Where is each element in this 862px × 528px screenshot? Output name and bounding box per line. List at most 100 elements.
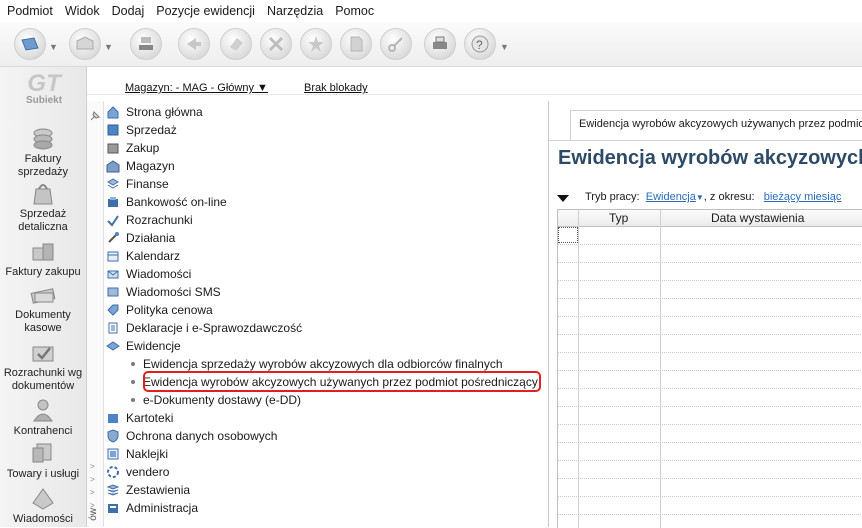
settlements-icon bbox=[107, 215, 119, 227]
tree-subitem-e-dokumenty[interactable]: e-Dokumenty dostawy (e-DD) bbox=[122, 391, 301, 409]
menu-narzedzia[interactable]: Narzędzia bbox=[261, 4, 329, 18]
tree-item-rozrachunki[interactable]: Rozrachunki bbox=[106, 211, 193, 229]
chevron-down-icon[interactable]: ▼ bbox=[500, 42, 509, 52]
mode-selector[interactable]: Ewidencja bbox=[646, 191, 696, 203]
menu-podmiot[interactable]: Podmiot bbox=[0, 4, 59, 18]
tree-item-label: Finanse bbox=[126, 177, 169, 191]
tree-item-zakup[interactable]: Zakup bbox=[106, 139, 159, 157]
tree-item-zestawienia[interactable]: Zestawienia bbox=[106, 481, 190, 499]
tree-item-label: Zakup bbox=[126, 141, 160, 155]
tree-item-finanse[interactable]: Finanse bbox=[106, 175, 169, 193]
tree-item-naklejki[interactable]: Naklejki bbox=[106, 445, 168, 463]
tool-button-4[interactable] bbox=[220, 28, 252, 60]
menu-widok[interactable]: Widok bbox=[59, 4, 106, 18]
tree-item-wiadomosci[interactable]: Wiadomości bbox=[106, 265, 191, 283]
sidebar-item-kontrahenci[interactable]: Kontrahenci bbox=[0, 397, 86, 438]
tree-item-polityka-cenowa[interactable]: Polityka cenowa bbox=[106, 301, 213, 319]
collapse-arrows[interactable]: > > > > bbox=[90, 460, 95, 512]
tree-item-ewidencje[interactable]: Ewidencje bbox=[106, 337, 181, 355]
chevron-down-icon[interactable]: ▼ bbox=[104, 42, 113, 52]
menu-pomoc[interactable]: Pomoc bbox=[329, 4, 380, 18]
sidebar-item-wiadomosci[interactable]: Wiadomości bbox=[0, 485, 86, 526]
tree-item-label: Wiadomości bbox=[126, 267, 192, 281]
star-icon bbox=[308, 36, 324, 52]
tree-item-ochrona-danych[interactable]: Ochrona danych osobowych bbox=[106, 427, 277, 445]
expand-triangle-icon[interactable] bbox=[557, 195, 569, 202]
menu-dodaj[interactable]: Dodaj bbox=[106, 4, 151, 18]
message-icon bbox=[32, 488, 54, 510]
pin-icon[interactable] bbox=[89, 110, 101, 122]
coins-icon bbox=[33, 128, 53, 150]
tree-subitem-label: Ewidencja sprzedaży wyrobów akcyzowych d… bbox=[143, 357, 503, 371]
sidebar-item-faktury-sprzedazy[interactable]: Faktury sprzedaży bbox=[0, 125, 86, 179]
sidebar-item-towary-i-uslugi[interactable]: Towary i usługi bbox=[0, 440, 86, 481]
print-button[interactable] bbox=[424, 28, 456, 60]
sidebar-item-label: Towary i usługi bbox=[6, 468, 80, 480]
chevron-down-icon: ▼ bbox=[695, 192, 704, 202]
tree-item-strona-glowna[interactable]: Strona główna bbox=[106, 103, 203, 121]
tool-button-8[interactable] bbox=[380, 28, 412, 60]
tree-item-magazyn[interactable]: Magazyn bbox=[106, 157, 175, 175]
filter-bar: Tryb pracy: Ewidencja ▼ , z okresu: bieżą… bbox=[557, 191, 841, 203]
mail-button[interactable] bbox=[69, 28, 101, 60]
tool-button-5[interactable] bbox=[260, 28, 292, 60]
purchase-icon bbox=[107, 143, 119, 154]
labels-icon bbox=[107, 448, 119, 460]
period-selector[interactable]: bieżący miesiąc bbox=[764, 191, 842, 203]
tree-item-label: Strona główna bbox=[126, 105, 203, 119]
tree-item-administracja[interactable]: Administracja bbox=[106, 499, 198, 517]
finance-icon bbox=[107, 178, 119, 189]
tree-item-label: Naklejki bbox=[126, 447, 169, 461]
tree-item-label: Ochrona danych osobowych bbox=[126, 429, 278, 443]
page-title: Ewidencja wyrobów akcyzowych używanych p… bbox=[558, 147, 862, 169]
tree-item-sprzedaz[interactable]: Sprzedaż bbox=[106, 121, 177, 139]
lock-status-link[interactable]: Brak blokady bbox=[304, 82, 368, 94]
column-header-data-wystawienia[interactable]: Data wystawienia bbox=[711, 211, 804, 225]
records-grid[interactable]: Typ Data wystawienia bbox=[557, 209, 862, 528]
warehouse-selector[interactable]: Magazyn: - MAG - Główny ▼ bbox=[125, 82, 268, 94]
tree-item-deklaracje[interactable]: Deklaracje i e-Sprawozdawczość bbox=[106, 319, 302, 337]
column-header-typ[interactable]: Typ bbox=[609, 211, 628, 225]
price-icon bbox=[107, 304, 119, 316]
tree-item-wiadomosci-sms[interactable]: Wiadomości SMS bbox=[106, 283, 221, 301]
sidebar-item-rozrachunki[interactable]: Rozrachunki wg dokumentów bbox=[0, 339, 86, 393]
bullet-icon bbox=[131, 380, 135, 384]
tool-button-7[interactable] bbox=[340, 28, 372, 60]
sms-icon bbox=[107, 287, 119, 297]
tree-item-kartoteki[interactable]: Kartoteki bbox=[106, 409, 173, 427]
vendero-icon bbox=[107, 466, 119, 478]
tree-item-dzialania[interactable]: Działania bbox=[106, 229, 175, 247]
sidebar-item-faktury-zakupu[interactable]: Faktury zakupu bbox=[0, 238, 86, 279]
subiekt-logo: GT Subiekt bbox=[14, 72, 74, 113]
tree-item-label: Bankowość on-line bbox=[126, 195, 227, 209]
reports-icon bbox=[106, 484, 120, 496]
new-document-button[interactable] bbox=[14, 28, 46, 60]
sidebar-item-label: Rozrachunki wg dokumentów bbox=[3, 367, 83, 392]
table-row-focus[interactable] bbox=[558, 227, 578, 243]
sidebar-item-sprzedaz-detaliczna[interactable]: Sprzedaż detaliczna bbox=[0, 180, 86, 234]
logo-name: Subiekt bbox=[25, 95, 63, 106]
tool-button-6[interactable] bbox=[300, 28, 332, 60]
navigation-tree: Strona główna Sprzedaż Zakup Magazyn Fin… bbox=[87, 101, 549, 527]
sidebar-item-label: Kontrahenci bbox=[13, 425, 73, 437]
tree-item-kalendarz[interactable]: Kalendarz bbox=[106, 247, 180, 265]
cart-icon bbox=[32, 443, 52, 463]
boxes-icon bbox=[32, 243, 54, 261]
sidebar-item-label: Dokumenty kasowe bbox=[15, 309, 71, 334]
tree-item-bankowosc[interactable]: Bankowość on-line bbox=[106, 193, 227, 211]
scissors-icon bbox=[388, 37, 403, 52]
chevron-down-icon[interactable]: ▼ bbox=[49, 42, 58, 52]
sidebar-item-label: Faktury sprzedaży bbox=[17, 153, 69, 178]
menu-bar: Podmiot Widok Dodaj Pozycje ewidencji Na… bbox=[0, 0, 862, 22]
stamp-button[interactable] bbox=[130, 28, 162, 60]
tool-button-3[interactable] bbox=[178, 28, 210, 60]
tree-item-vendero[interactable]: vendero bbox=[106, 463, 169, 481]
eraser-icon bbox=[230, 38, 243, 51]
tree-item-label: Sprzedaż bbox=[126, 123, 177, 137]
declarations-icon bbox=[108, 322, 118, 334]
tab-ewidencja[interactable]: Ewidencja wyrobów akcyzowych używanych p… bbox=[570, 110, 862, 140]
menu-pozycje-ewidencji[interactable]: Pozycje ewidencji bbox=[150, 4, 261, 18]
sidebar-item-dokumenty-kasowe[interactable]: Dokumenty kasowe bbox=[0, 281, 86, 335]
records-icon bbox=[106, 341, 120, 351]
help-button[interactable]: ? bbox=[464, 28, 496, 60]
